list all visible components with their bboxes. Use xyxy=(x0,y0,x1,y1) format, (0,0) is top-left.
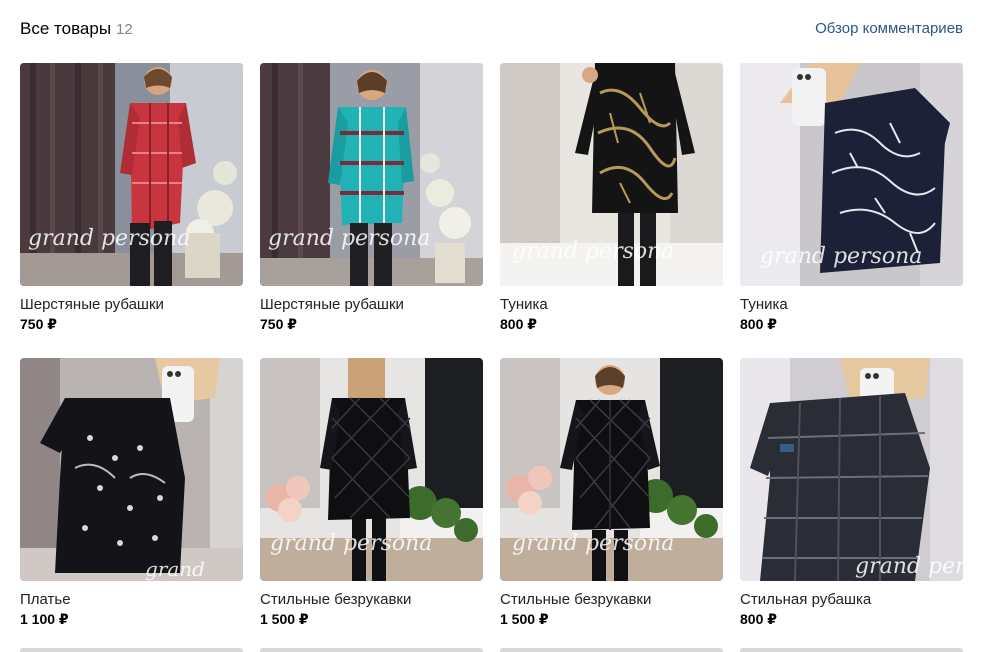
product-photo[interactable]: grand persona xyxy=(260,63,483,286)
product-price: 800 ₽ xyxy=(740,316,777,332)
review-comments-link[interactable]: Обзор комментариев xyxy=(815,19,963,39)
watermark: grand persona xyxy=(270,531,432,556)
product-card[interactable]: grand persona Шерстяные рубашки 750 ₽ xyxy=(20,63,243,334)
item-count: 12 xyxy=(116,21,133,38)
section-header: Все товары 12 Обзор комментариев xyxy=(20,18,963,40)
product-photo[interactable]: grand persona xyxy=(740,358,963,581)
watermark: grand persona xyxy=(512,239,674,264)
product-title[interactable]: Стильная рубашка xyxy=(740,590,963,610)
product-price: 750 ₽ xyxy=(20,316,57,332)
product-card[interactable]: grand Платье 1 100 ₽ xyxy=(20,358,243,629)
product-card[interactable]: grand persona Стильные безрукавки 1 500 … xyxy=(260,358,483,629)
product-title[interactable]: Туника xyxy=(500,295,723,315)
watermark: grand persona xyxy=(268,226,430,251)
product-price: 750 ₽ xyxy=(260,316,297,332)
product-price: 800 ₽ xyxy=(740,611,777,627)
next-row-photo-edge xyxy=(740,648,963,652)
product-title[interactable]: Шерстяные рубашки xyxy=(260,295,483,315)
next-row-photo-edge xyxy=(20,648,243,652)
product-card[interactable]: grand persona Стильная рубашка 800 ₽ xyxy=(740,358,963,629)
watermark: grand persona xyxy=(512,531,674,556)
product-title[interactable]: Стильные безрукавки xyxy=(260,590,483,610)
product-card[interactable]: grand persona Шерстяные рубашки 750 ₽ xyxy=(260,63,483,334)
product-title[interactable]: Стильные безрукавки xyxy=(500,590,723,610)
product-price: 1 100 ₽ xyxy=(20,611,69,627)
product-price: 1 500 ₽ xyxy=(500,611,549,627)
next-row-photo-edge xyxy=(500,648,723,652)
watermark: grand persona xyxy=(855,554,963,579)
next-row-photo-edge xyxy=(260,648,483,652)
product-photo[interactable]: grand persona xyxy=(260,358,483,581)
product-price: 1 500 ₽ xyxy=(260,611,309,627)
product-title[interactable]: Туника xyxy=(740,295,963,315)
product-photo[interactable]: grand persona xyxy=(500,358,723,581)
product-photo[interactable]: grand persona xyxy=(500,63,723,286)
section-title: Все товары 12 xyxy=(20,18,133,41)
watermark: grand persona xyxy=(760,244,922,269)
product-price: 800 ₽ xyxy=(500,316,537,332)
product-card[interactable]: grand persona Туника 800 ₽ xyxy=(500,63,723,334)
watermark: grand xyxy=(145,557,205,581)
product-photo[interactable]: grand persona xyxy=(740,63,963,286)
watermark: grand persona xyxy=(28,226,190,251)
product-card[interactable]: grand persona Стильные безрукавки 1 500 … xyxy=(500,358,723,629)
product-photo[interactable]: grand xyxy=(20,358,243,581)
section-title-text: Все товары xyxy=(20,19,112,38)
product-card[interactable]: grand persona Туника 800 ₽ xyxy=(740,63,963,334)
product-title[interactable]: Платье xyxy=(20,590,243,610)
product-title[interactable]: Шерстяные рубашки xyxy=(20,295,243,315)
product-photo[interactable]: grand persona xyxy=(20,63,243,286)
market-page: Все товары 12 Обзор комментариев grand p… xyxy=(0,0,981,652)
